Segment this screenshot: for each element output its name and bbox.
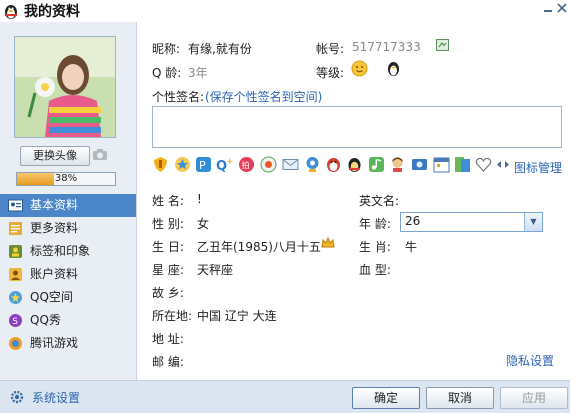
chevron-down-icon[interactable]: ▼ [524,213,542,231]
svg-text:P: P [199,159,206,172]
gear-icon[interactable] [10,390,24,404]
heart-icon[interactable] [475,156,492,173]
mail-icon[interactable] [282,156,299,173]
signature-input[interactable] [152,106,562,148]
icon-management-link[interactable]: 图标管理 [514,159,562,176]
close-button[interactable] [554,0,570,16]
qq-penguin-icon [5,5,17,19]
privacy-settings-link[interactable]: 隐私设置 [506,352,554,369]
account-value: 517717333 [352,40,421,54]
gender-label: 性 别: [152,217,184,231]
copy-account-icon[interactable] [436,39,449,51]
photo-album-icon[interactable] [411,156,428,173]
qage-value: 3年 [188,66,208,80]
paipai-icon[interactable]: 拍 [238,156,255,173]
profile-completion-bar: 38% [16,172,116,186]
soso-icon[interactable] [260,156,277,173]
svg-text:+: + [226,157,233,167]
location-value: 中国 辽宁 大连 [197,309,277,323]
qqshow-icon: S [9,314,22,327]
zodiac-label: 生 肖: [359,240,391,254]
close-icon [557,3,567,13]
footer-bar: 系统设置 确定 取消 应用 [0,380,570,413]
avatar[interactable] [14,36,116,138]
age-label: 年 龄: [359,217,391,231]
hometown-label: 故 乡: [152,286,184,300]
cancel-button[interactable]: 取消 [426,387,494,409]
sidebar-item-qqshow[interactable]: S QQ秀 [0,309,136,332]
sidebar-item-account[interactable]: 账户资料 [0,263,136,286]
sidebar-item-label: 标签和印象 [30,244,91,258]
sidebar-item-label: 账户资料 [30,267,79,281]
group-penguin-icon[interactable] [325,156,342,173]
scroll-icons-arrows[interactable] [495,156,511,173]
qq-plus-icon[interactable]: Q+ [216,156,233,173]
zodiac-value: 牛 [405,240,418,254]
qzone-icon [9,291,22,304]
games-icon [9,337,22,350]
sidebar-item-label: 更多资料 [30,221,79,235]
sidebar-item-label: 腾讯游戏 [30,336,79,350]
qq-pet-icon[interactable]: P [195,156,212,173]
tag-icon [9,245,22,258]
signature-label: 个性签名: [152,90,205,104]
sidebar-item-tags[interactable]: 标签和印象 [0,240,136,263]
age-value: 26 [405,214,421,228]
nickname-value: 有缘,就有份 [188,42,252,56]
level-label: 等级: [316,66,345,80]
id-card-icon [8,199,23,212]
blood-type-label: 血 型: [359,263,391,277]
left-panel: 更换头像 38% 基本资料 更多资料 标签和印象 账户资料 QQ空间 S QQ秀… [0,22,137,380]
gender-value: 女 [197,217,210,231]
sidebar-item-label: QQ秀 [30,313,61,327]
ok-button[interactable]: 确定 [352,387,420,409]
sidebar-item-more-info[interactable]: 更多资料 [0,217,136,240]
constellation-label: 星 座: [152,263,184,277]
progress-text: 38% [54,173,78,184]
save-signature-link[interactable]: (保存个性签名到空间) [205,88,322,105]
avatar-photo [15,37,115,137]
sidebar-nav: 基本资料 更多资料 标签和印象 账户资料 QQ空间 S QQ秀 腾讯游戏 [0,194,136,355]
calendar-icon[interactable] [433,156,450,173]
english-name-label: 英文名: [359,194,400,208]
birthday-crown-icon [321,236,335,248]
address-label: 地 址: [152,332,184,346]
account-label: 帐号: [316,42,345,56]
svg-text:S: S [12,317,18,327]
nickname-label: 昵称: [152,42,181,56]
sidebar-item-basic-info[interactable]: 基本资料 [0,194,136,217]
title-bar: 我的资料 [0,0,570,22]
postcode-label: 邮 编: [152,355,184,369]
birthday-value: 乙丑年(1985)八月十五 [197,240,321,254]
sidebar-item-games[interactable]: 腾讯游戏 [0,332,136,355]
document-icon [9,222,22,235]
qq-show-avatar-icon[interactable] [389,156,406,173]
age-select[interactable]: 26 ▼ [400,212,543,232]
sidebar-item-qzone[interactable]: QQ空间 [0,286,136,309]
qq-level-penguin-icon[interactable] [386,60,401,77]
change-avatar-button[interactable]: 更换头像 [20,146,90,166]
name-value: ! [197,192,202,206]
name-label: 姓 名: [152,194,184,208]
star-medal-icon[interactable] [174,156,191,173]
window-title: 我的资料 [24,4,80,20]
location-label: 所在地: [152,309,193,323]
camera-icon[interactable] [92,146,108,162]
level-sun-icon[interactable] [351,60,368,77]
svg-text:拍: 拍 [242,160,250,170]
main-panel: 昵称: 有缘,就有份 帐号: 517717333 Q 龄: 3年 等级: 个性签… [137,22,570,380]
card-icon[interactable] [454,156,471,173]
sidebar-item-label: 基本资料 [30,198,79,212]
vip-shield-icon[interactable] [152,156,169,173]
apply-button[interactable]: 应用 [500,387,568,409]
sidebar-item-label: QQ空间 [30,290,73,304]
video-icon[interactable] [304,156,321,173]
system-settings-link[interactable]: 系统设置 [32,389,80,406]
birthday-label: 生 日: [152,240,184,254]
qage-label: Q 龄: [152,66,182,80]
qq-music-icon[interactable] [368,156,385,173]
qq-game-penguin-icon[interactable] [346,156,363,173]
account-icon [9,268,22,281]
constellation-value: 天秤座 [197,263,234,277]
